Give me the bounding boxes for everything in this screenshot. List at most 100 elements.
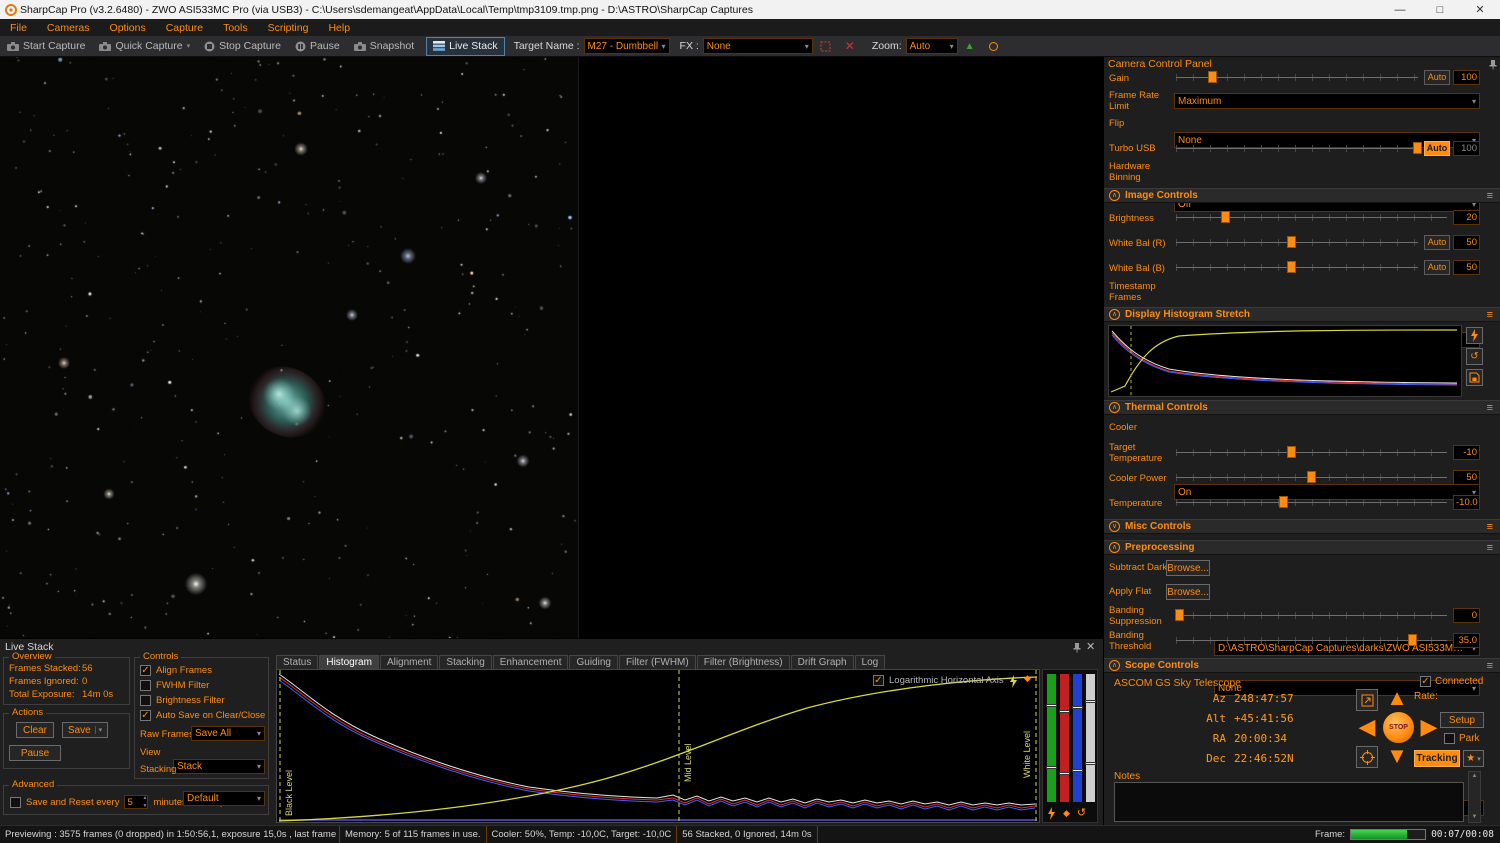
turbo-usb-slider-thumb[interactable] (1413, 142, 1422, 154)
clear-button[interactable]: Clear (16, 722, 54, 738)
align-frames-checkbox[interactable]: ✓ (140, 665, 151, 676)
target-temperature-slider[interactable] (1174, 445, 1449, 459)
hamburger-menu-icon[interactable]: ≡ (1487, 190, 1493, 202)
tab-log[interactable]: Log (855, 655, 886, 669)
save-stretch-button[interactable] (1466, 369, 1483, 386)
scroll-down-icon[interactable]: ▼ (1469, 813, 1480, 822)
banding-suppression-slider-thumb[interactable] (1175, 609, 1184, 621)
hamburger-menu-icon[interactable]: ≡ (1487, 402, 1493, 414)
white-bal-r-slider-thumb[interactable] (1287, 236, 1296, 248)
turbo-usb-value[interactable]: 100 (1453, 141, 1480, 156)
brightness-slider[interactable] (1174, 210, 1449, 224)
white-level-slider[interactable] (1086, 674, 1095, 802)
collapse-icon[interactable]: ∧ (1109, 660, 1120, 671)
white-bal-r-slider[interactable] (1174, 235, 1420, 249)
gain-slider[interactable] (1174, 70, 1420, 84)
save-reset-checkbox[interactable] (10, 797, 21, 808)
log-axis-checkbox[interactable]: ✓ (873, 675, 884, 686)
fwhm-filter-control[interactable]: FWHM Filter (140, 680, 209, 691)
menu-tools[interactable]: Tools (213, 22, 258, 34)
white-bal-r-value[interactable]: 50 (1453, 235, 1480, 250)
view-select[interactable]: Stack ▾ (173, 759, 265, 774)
stack-histogram-plot[interactable]: Black Level Mid Level White Level ✓ Loga… (276, 669, 1040, 823)
hamburger-menu-icon[interactable]: ≡ (1487, 309, 1493, 321)
banding-suppression-slider[interactable] (1174, 608, 1449, 622)
section-scope-controls[interactable]: ∧ Scope Controls ≡ (1104, 658, 1500, 673)
pin-icon[interactable] (1072, 642, 1082, 653)
target-name-select[interactable]: M27 - Dumbbell ▾ (584, 38, 670, 54)
banding-threshold-slider-thumb[interactable] (1408, 634, 1417, 646)
close-button[interactable]: ✕ (1460, 0, 1500, 19)
brightness-filter-checkbox[interactable] (140, 695, 151, 706)
level-indicator-button[interactable]: ▲ (958, 36, 982, 57)
blue-level-slider[interactable] (1073, 674, 1082, 802)
spinner-down-icon[interactable]: ▼ (143, 803, 148, 809)
minimize-button[interactable]: — (1380, 0, 1420, 19)
diamond-icon[interactable]: ◆ (1024, 673, 1031, 684)
start-capture-button[interactable]: Start Capture (0, 36, 92, 57)
white-level-handle[interactable] (1085, 762, 1096, 765)
stacking-select[interactable]: Default ▾ (183, 791, 265, 806)
frame-center-button[interactable] (1356, 689, 1378, 711)
pause-button[interactable]: Pause (288, 36, 347, 57)
section-thermal-controls[interactable]: ∧ Thermal Controls ≡ (1104, 400, 1500, 415)
slew-right-button[interactable]: ▶ (1416, 715, 1442, 741)
turbo-usb-auto-button[interactable]: Auto (1424, 141, 1450, 156)
goto-target-button[interactable] (1356, 746, 1378, 768)
zoom-select[interactable]: Auto ▾ (906, 38, 958, 54)
green-level-handle[interactable] (1046, 766, 1057, 769)
gain-auto-button[interactable]: Auto (1424, 70, 1450, 85)
menu-capture[interactable]: Capture (156, 22, 213, 34)
menu-help[interactable]: Help (318, 22, 360, 34)
slew-left-button[interactable]: ◀ (1354, 715, 1380, 741)
menu-cameras[interactable]: Cameras (37, 22, 100, 34)
menu-file[interactable]: File (0, 22, 37, 34)
white-level-marker-label[interactable]: White Level (1022, 731, 1032, 778)
reset-stretch-button[interactable]: ↺ (1466, 348, 1483, 365)
banding-threshold-slider[interactable] (1174, 633, 1449, 647)
green-level-handle[interactable] (1046, 704, 1057, 707)
close-panel-icon[interactable]: ✕ (1086, 640, 1095, 653)
save-button[interactable]: Save▾ (62, 722, 108, 738)
target-temperature-slider-thumb[interactable] (1287, 446, 1296, 458)
tab-status[interactable]: Status (276, 655, 318, 669)
lightning-icon[interactable] (1009, 675, 1018, 688)
align-frames-control[interactable]: ✓ Align Frames (140, 665, 212, 676)
hamburger-menu-icon[interactable]: ≡ (1487, 660, 1493, 672)
scroll-up-icon[interactable]: ▲ (1469, 772, 1480, 781)
live-stack-button[interactable]: Live Stack (426, 37, 504, 56)
apply-flat-browse-button[interactable]: Browse... (1166, 584, 1210, 600)
menu-scripting[interactable]: Scripting (258, 22, 319, 34)
hamburger-menu-icon[interactable]: ≡ (1487, 542, 1493, 554)
tab-filter-fwhm[interactable]: Filter (FWHM) (619, 655, 696, 669)
tab-stacking[interactable]: Stacking (439, 655, 491, 669)
green-level-slider[interactable] (1047, 674, 1056, 802)
auto-stretch-button[interactable] (1466, 327, 1483, 344)
banding-suppression-value[interactable]: 0 (1453, 608, 1480, 623)
reset-icon[interactable]: ↺ (1077, 808, 1086, 819)
white-bal-b-slider-thumb[interactable] (1287, 261, 1296, 273)
section-image-controls[interactable]: ∧ Image Controls ≡ (1104, 188, 1500, 203)
banding-threshold-value[interactable]: 35.0 (1453, 633, 1480, 648)
white-bal-b-value[interactable]: 50 (1453, 260, 1480, 275)
tab-guiding[interactable]: Guiding (569, 655, 617, 669)
scope-connected[interactable]: ✓ Connected (1420, 676, 1483, 687)
pause-stack-button[interactable]: Pause (9, 745, 61, 761)
gain-slider-thumb[interactable] (1208, 71, 1217, 83)
collapse-icon[interactable]: ∧ (1109, 309, 1120, 320)
white-bal-b-slider[interactable] (1174, 260, 1420, 274)
white-bal-b-auto-button[interactable]: Auto (1424, 260, 1450, 275)
collapse-icon[interactable]: ∧ (1109, 190, 1120, 201)
expand-icon[interactable]: ∨ (1109, 521, 1120, 532)
maximize-button[interactable]: □ (1420, 0, 1460, 19)
fx-select[interactable]: None ▾ (703, 38, 813, 54)
connected-checkbox[interactable]: ✓ (1420, 676, 1431, 687)
tab-alignment[interactable]: Alignment (380, 655, 438, 669)
section-display-histogram-stretch[interactable]: ∧ Display Histogram Stretch ≡ (1104, 307, 1500, 322)
auto-save-checkbox[interactable]: ✓ (140, 710, 151, 721)
frame-rate-limit-select[interactable]: Maximum ▾ (1174, 93, 1480, 109)
tab-drift-graph[interactable]: Drift Graph (791, 655, 854, 669)
turbo-usb-slider[interactable] (1174, 141, 1420, 155)
spinner-up-icon[interactable]: ▲ (143, 795, 148, 801)
slew-down-button[interactable]: ▼ (1384, 744, 1410, 770)
